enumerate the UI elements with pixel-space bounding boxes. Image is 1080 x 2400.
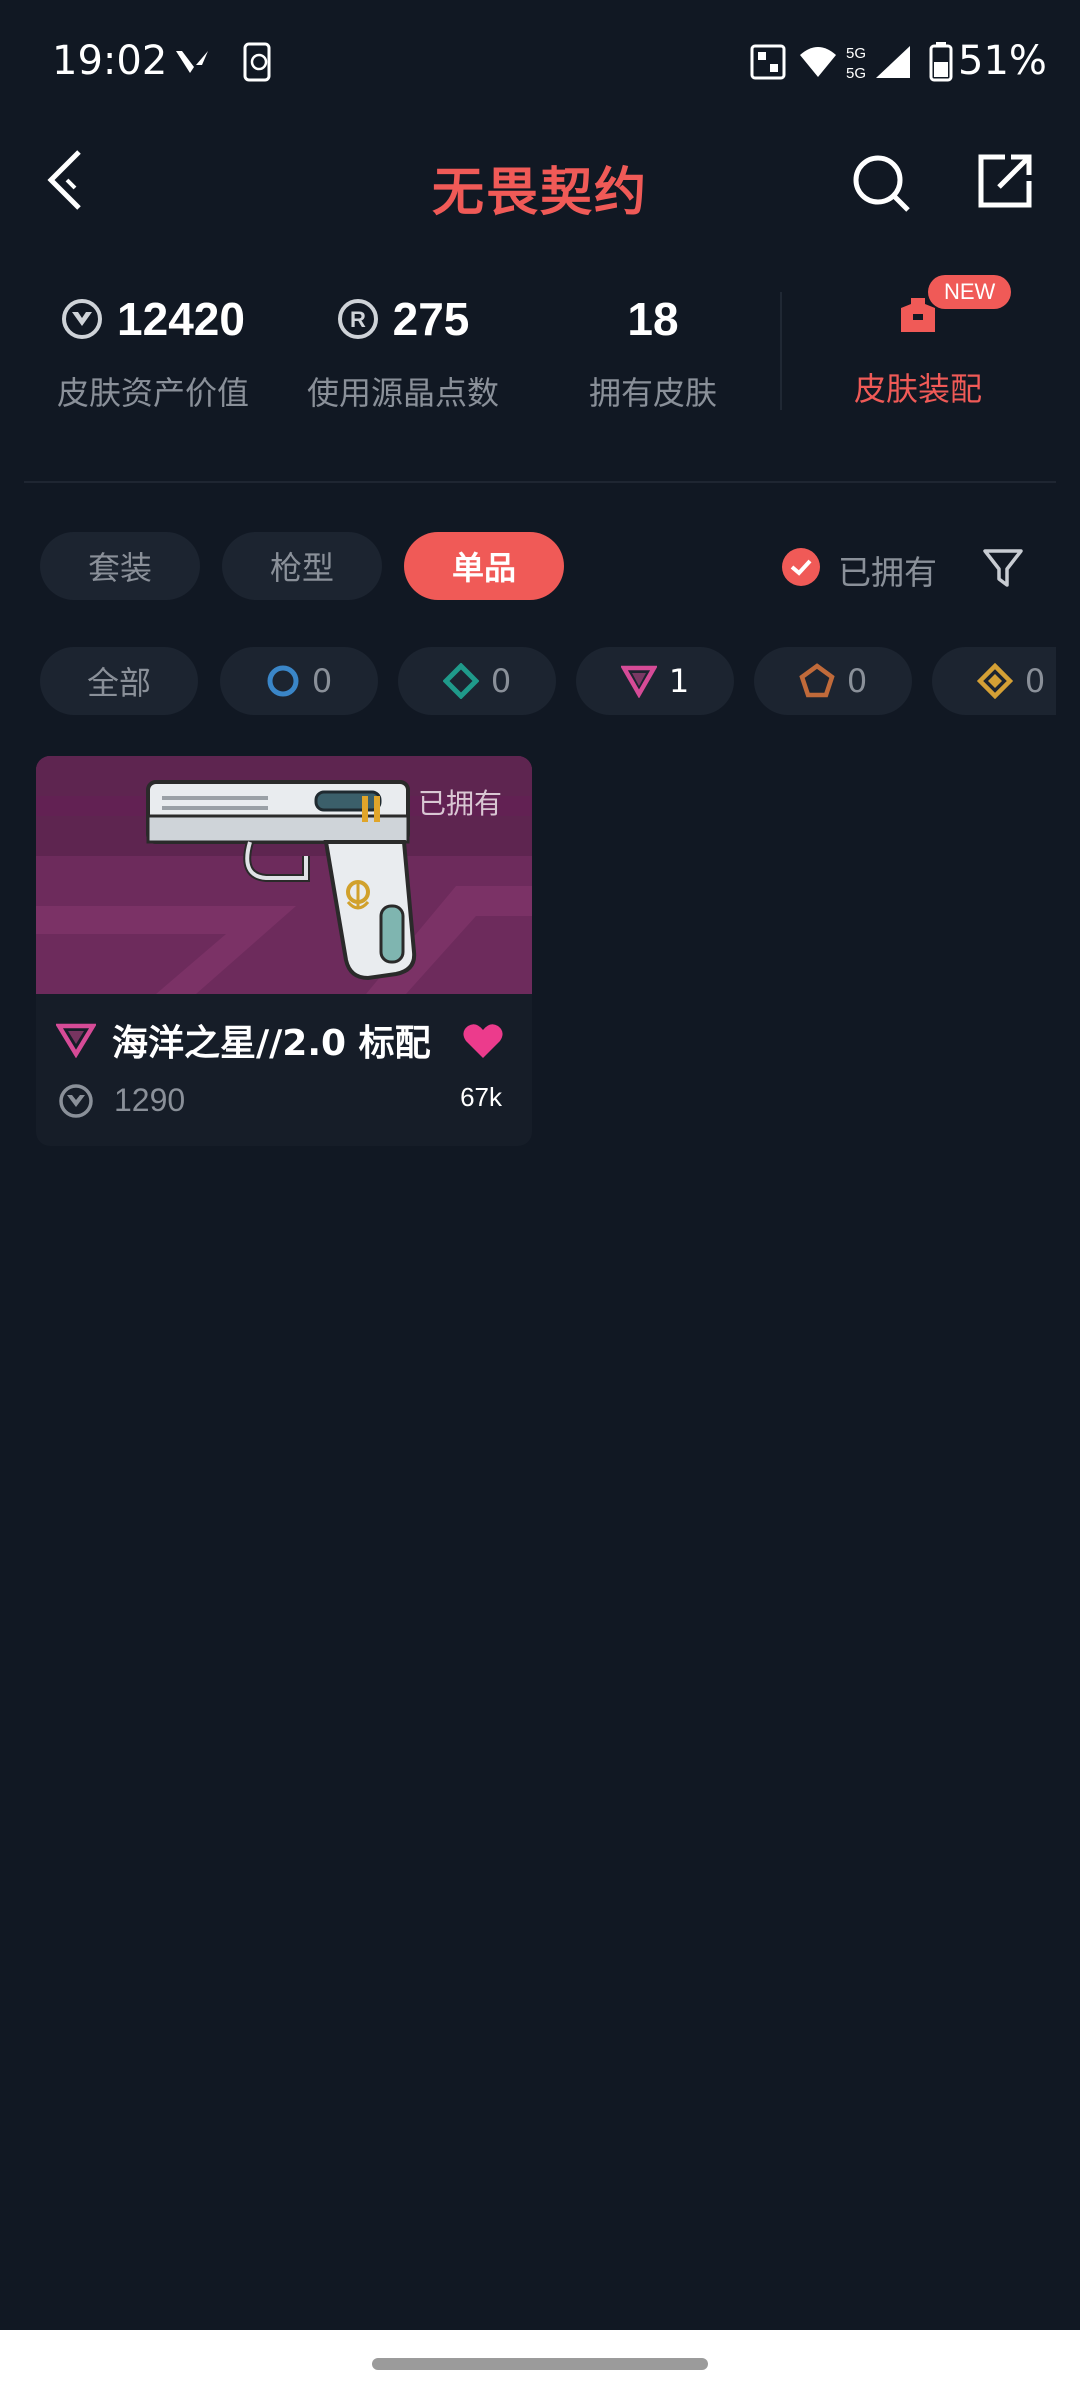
stat-label: 使用源晶点数	[306, 374, 499, 412]
exclusive-tier-icon	[799, 663, 835, 698]
skin-price: 1290	[58, 1082, 185, 1119]
share-icon	[978, 154, 1032, 208]
premium-tier-icon	[620, 665, 657, 698]
status-bar: 19:02 5G 5G 51%	[0, 0, 1080, 125]
premium-tier-icon	[56, 1023, 96, 1058]
filter-icon	[983, 549, 1023, 587]
stat-label: 拥有皮肤	[588, 374, 717, 412]
status-time: 19:02	[52, 38, 168, 84]
select-tier-icon	[267, 665, 299, 697]
tier-all[interactable]: 全部	[40, 647, 198, 715]
stat-value: 275	[392, 293, 470, 345]
tier-premium[interactable]: 1	[576, 647, 734, 715]
tier-count: 0	[311, 662, 333, 700]
valorant-icon	[172, 42, 212, 82]
home-indicator[interactable]	[372, 2358, 708, 2370]
owned-filter-label[interactable]: 已拥有	[838, 546, 937, 594]
wifi-icon	[798, 42, 838, 82]
tab-sets[interactable]: 套装	[40, 532, 200, 600]
skin-price-value: 1290	[114, 1082, 186, 1118]
outfit-label: 皮肤装配	[853, 370, 982, 408]
tier-deluxe[interactable]: 0	[398, 647, 556, 715]
filter-button[interactable]	[976, 540, 1030, 594]
battery-icon	[928, 42, 954, 82]
check-icon	[790, 559, 812, 576]
tab-weapon-type[interactable]: 枪型	[222, 532, 382, 600]
share-button[interactable]	[972, 148, 1038, 214]
skin-name-text: 海洋之星//2.0 标配	[112, 1023, 431, 1064]
tier-count: 0	[490, 662, 512, 700]
phone-sync-icon	[238, 42, 278, 82]
stats-divider	[780, 292, 782, 410]
tier-count: 0	[1024, 662, 1046, 700]
like-count: 67k	[460, 1082, 502, 1112]
svg-text:R: R	[350, 307, 366, 332]
skin-card[interactable]: 已拥有 海洋之星//2.0 标配 1290 67k	[36, 756, 532, 1146]
owned-tag: 已拥有	[417, 787, 502, 820]
heart-icon[interactable]	[462, 1022, 504, 1060]
tier-select[interactable]: 0	[220, 647, 378, 715]
search-icon	[853, 155, 910, 212]
ultra-tier-icon	[976, 663, 1013, 699]
svg-text:5G: 5G	[846, 45, 866, 62]
stat-value: 12420	[117, 293, 245, 345]
search-button[interactable]	[848, 150, 914, 216]
section-divider	[24, 481, 1056, 483]
tab-single-items[interactable]: 单品	[404, 532, 564, 600]
skin-name: 海洋之星//2.0 标配	[56, 1014, 431, 1066]
stat-radianite: R 275 使用源晶点数	[278, 292, 528, 414]
stat-owned-skins: 18 拥有皮肤	[528, 292, 778, 414]
outfit-button[interactable]: 皮肤装配	[820, 292, 1016, 410]
tier-ultra[interactable]: 0	[932, 647, 1056, 715]
tier-exclusive[interactable]: 0	[754, 647, 912, 715]
radianite-icon: R	[337, 299, 378, 339]
svg-text:5G: 5G	[846, 65, 866, 82]
stat-skin-value: 12420 皮肤资产价值	[28, 292, 278, 414]
new-badge: NEW	[928, 275, 1012, 309]
tier-count: 1	[668, 662, 690, 700]
page-title: 无畏契约	[431, 163, 648, 223]
owned-checkbox[interactable]	[782, 548, 820, 586]
stat-value: 18	[627, 293, 679, 345]
nfc-icon	[748, 42, 788, 82]
tier-count: 0	[846, 662, 868, 700]
signal-5g-icon: 5G 5G	[846, 42, 916, 82]
stat-label: 皮肤资产价值	[56, 374, 249, 412]
battery-percent: 51%	[958, 38, 1047, 84]
vp-coin-icon	[59, 1083, 93, 1118]
tier-filter-row: 全部 0 0 1 0 0	[40, 640, 1056, 722]
deluxe-tier-icon	[442, 663, 479, 699]
vp-coin-icon	[62, 299, 103, 339]
